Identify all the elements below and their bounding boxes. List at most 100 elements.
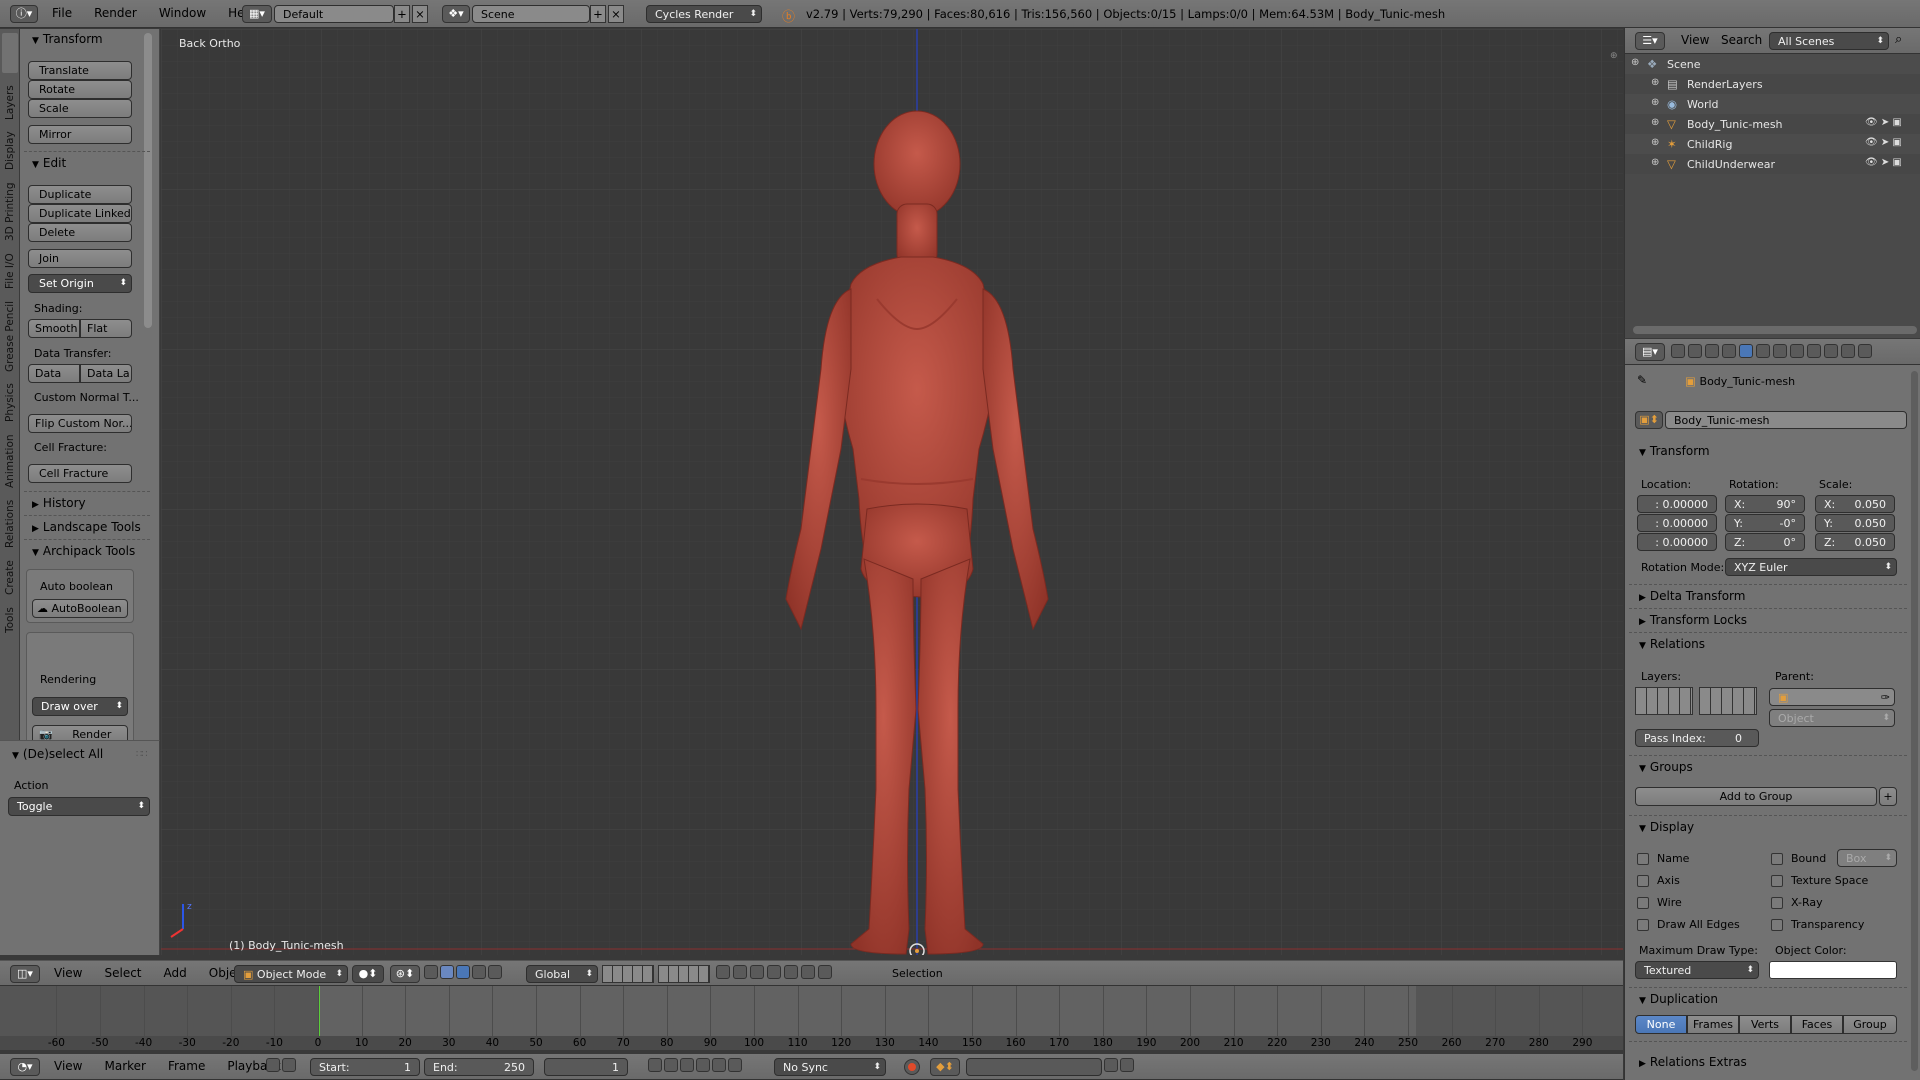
- toolshelf-scrollbar[interactable]: [144, 33, 152, 328]
- dup-group-button[interactable]: Group: [1843, 1015, 1897, 1034]
- menu-select[interactable]: Select: [104, 966, 141, 980]
- outliner-filter-dropdown[interactable]: All Scenes ⬍: [1769, 32, 1889, 50]
- edit-panel-header[interactable]: ▼ Edit: [32, 156, 66, 170]
- physics-tab-icon[interactable]: [1858, 344, 1872, 358]
- 3d-viewport[interactable]: z Back Ortho (1) Body_Tunic-mesh ⊕: [161, 29, 1623, 955]
- outliner-menu-view[interactable]: View: [1681, 33, 1709, 47]
- action-dropdown[interactable]: Toggle ⬍: [8, 797, 150, 816]
- tab-physics[interactable]: Physics: [3, 384, 17, 423]
- menu-view[interactable]: View: [54, 966, 82, 980]
- scale-button[interactable]: Scale: [28, 99, 132, 118]
- rotate-manipulator-icon[interactable]: [472, 965, 486, 979]
- play-reverse-icon[interactable]: [680, 1058, 694, 1072]
- orientation-dropdown[interactable]: Global ⬍: [526, 965, 598, 983]
- manipulator-toggle-icon[interactable]: [424, 965, 438, 979]
- transparency-checkbox[interactable]: [1771, 918, 1783, 931]
- timeline[interactable]: -60 -50 -40 -30 -20 -10 0 10 20 30 40 50 60 70 80 90 100…: [0, 986, 1623, 1050]
- viewport-tool-icons[interactable]: [716, 965, 832, 979]
- outliner-menu-search[interactable]: Search: [1721, 33, 1762, 47]
- location-z-field[interactable]: : 0.00000: [1637, 533, 1717, 551]
- delete-button[interactable]: Delete: [28, 223, 132, 242]
- auto-boolean-button[interactable]: ☁ AutoBoolean: [32, 599, 128, 618]
- outliner-row[interactable]: ⊕ ✶ ChildRig 👁 ➤ ▣: [1625, 134, 1920, 154]
- properties-scrollbar[interactable]: [1911, 371, 1918, 1071]
- scene-icon[interactable]: ❖▾: [442, 5, 470, 23]
- delete-keyframe-icon[interactable]: [1120, 1058, 1134, 1072]
- draw-all-edges-checkbox[interactable]: [1637, 918, 1649, 931]
- expand-icon[interactable]: ⊕: [1651, 117, 1659, 128]
- transform-manipulator-icon[interactable]: [456, 965, 470, 979]
- snap-element-icon[interactable]: [767, 965, 781, 979]
- duplicate-button[interactable]: Duplicate: [28, 185, 132, 204]
- modifiers-tab-icon[interactable]: [1773, 344, 1787, 358]
- outliner-row[interactable]: ⊕ ▽ ChildUnderwear 👁 ➤ ▣: [1625, 154, 1920, 174]
- groups-header[interactable]: ▼ Groups: [1639, 760, 1693, 774]
- rotation-z-field[interactable]: Z: 0°: [1725, 533, 1805, 551]
- blender-logo-icon[interactable]: ⓘ▾: [10, 5, 38, 23]
- display-draw-all-edges-row[interactable]: Draw All Edges: [1637, 918, 1740, 931]
- flat-button[interactable]: Flat: [80, 319, 132, 338]
- layers-grid-1[interactable]: [1635, 687, 1693, 715]
- keying-set-field[interactable]: [966, 1058, 1102, 1076]
- scale-z-field[interactable]: Z: 0.050: [1815, 533, 1895, 551]
- dup-frames-button[interactable]: Frames: [1687, 1015, 1739, 1034]
- duplicate-linked-button[interactable]: Duplicate Linked: [28, 204, 132, 223]
- cell-fracture-button[interactable]: Cell Fracture: [28, 464, 132, 483]
- proportional-edit-icon[interactable]: [733, 965, 747, 979]
- lock-layers-icon[interactable]: [716, 965, 730, 979]
- sync-dropdown[interactable]: No Sync ⬍: [774, 1058, 886, 1076]
- max-draw-type-dropdown[interactable]: Textured ⬍: [1635, 961, 1759, 979]
- join-button[interactable]: Join: [28, 249, 132, 268]
- eyedropper-icon[interactable]: ✑: [1881, 689, 1890, 705]
- operator-title[interactable]: ▼ (De)select All: [12, 747, 103, 761]
- add-to-group-button[interactable]: Add to Group: [1635, 787, 1877, 806]
- next-keyframe-icon[interactable]: [712, 1058, 726, 1072]
- bound-checkbox[interactable]: [1771, 852, 1783, 865]
- end-frame-field[interactable]: End: 250: [424, 1058, 534, 1076]
- tab-relations[interactable]: Relations: [3, 500, 17, 548]
- rotation-mode-dropdown[interactable]: XYZ Euler ⬍: [1725, 558, 1897, 576]
- jump-end-icon[interactable]: [728, 1058, 742, 1072]
- material-tab-icon[interactable]: [1807, 344, 1821, 358]
- outliner-row[interactable]: ⊕ ▤ RenderLayers: [1625, 74, 1920, 94]
- visibility-icons[interactable]: 👁 ➤ ▣: [1865, 117, 1902, 128]
- rotation-x-field[interactable]: X: 90°: [1725, 495, 1805, 513]
- display-axis-row[interactable]: Axis: [1637, 874, 1680, 887]
- object-color-swatch[interactable]: [1769, 961, 1897, 979]
- tab-grease-pencil[interactable]: Grease Pencil: [3, 301, 17, 372]
- shading-mode-icon[interactable]: ●⬍: [352, 965, 384, 983]
- insert-keyframe-icon[interactable]: [1104, 1058, 1118, 1072]
- parent-field[interactable]: ▣ ✑: [1769, 688, 1895, 706]
- translate-button[interactable]: Translate: [28, 61, 132, 80]
- duplication-header[interactable]: ▼ Duplication: [1639, 992, 1718, 1006]
- scene-close-icon[interactable]: ×: [608, 5, 624, 23]
- character-mesh[interactable]: z: [161, 29, 1623, 955]
- scene-add-icon[interactable]: +: [590, 5, 606, 23]
- scale-x-field[interactable]: X: 0.050: [1815, 495, 1895, 513]
- outliner-row[interactable]: ⊕ ◉ World: [1625, 94, 1920, 114]
- pin-icon[interactable]: ✎: [1637, 373, 1647, 387]
- layout-close-icon[interactable]: ×: [412, 5, 428, 23]
- viewport-corner-icon[interactable]: ⊕: [1610, 51, 1620, 61]
- visibility-icons[interactable]: 👁 ➤ ▣: [1865, 157, 1902, 168]
- menu-file[interactable]: File: [52, 6, 72, 20]
- relations-extras-header[interactable]: ▶ Relations Extras: [1639, 1055, 1747, 1069]
- translate-manipulator-icon[interactable]: [440, 965, 454, 979]
- relations-header[interactable]: ▼ Relations: [1639, 637, 1705, 651]
- outliner-row[interactable]: ⊕ ▽ Body_Tunic-mesh 👁 ➤ ▣: [1625, 114, 1920, 134]
- scene-tab-icon[interactable]: [1705, 344, 1719, 358]
- render-tab-icon[interactable]: [1671, 344, 1685, 358]
- data-layout-button[interactable]: Data La: [80, 364, 132, 383]
- expand-icon[interactable]: ⊕: [1651, 77, 1659, 88]
- transform-panel-header[interactable]: ▼ Transform: [32, 32, 103, 46]
- preview-range-icon[interactable]: [266, 1058, 296, 1072]
- display-header[interactable]: ▼ Display: [1639, 820, 1694, 834]
- texture-tab-icon[interactable]: [1824, 344, 1838, 358]
- set-origin-dropdown[interactable]: Set Origin ⬍: [28, 274, 132, 293]
- transform-locks-header[interactable]: ▶ Transform Locks: [1639, 613, 1747, 627]
- transform-panel-header[interactable]: ▼ Transform: [1639, 444, 1710, 458]
- expand-icon[interactable]: ⊕: [1651, 97, 1659, 108]
- prev-keyframe-icon[interactable]: [664, 1058, 678, 1072]
- menu-frame[interactable]: Frame: [168, 1059, 205, 1073]
- render-animation-icon[interactable]: [818, 965, 832, 979]
